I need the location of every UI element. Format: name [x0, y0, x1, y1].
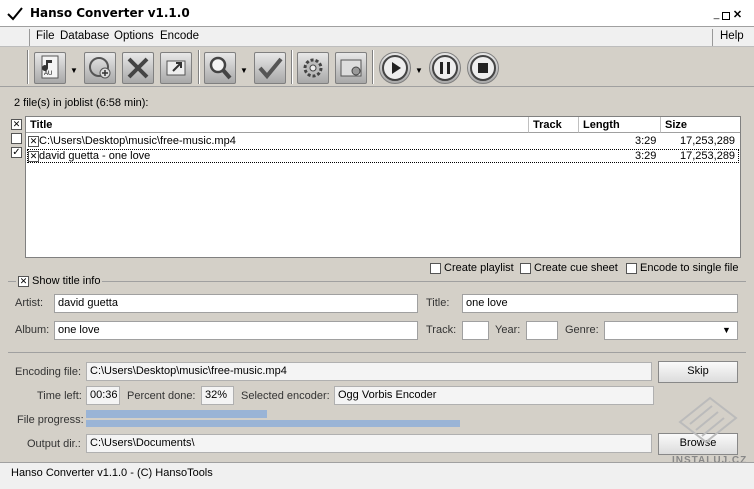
title-label: Title:	[426, 297, 450, 309]
search-icon	[209, 56, 232, 80]
select-all-checkbox[interactable]: ✕	[11, 119, 22, 130]
close-icon[interactable]: ✕	[732, 10, 743, 21]
output-dir-label: Output dir.:	[27, 438, 81, 450]
add-audio-file-icon: AU	[41, 55, 59, 79]
encode-single-label: Encode to single file	[640, 262, 739, 274]
add-url-button[interactable]	[84, 52, 116, 84]
export-button[interactable]	[160, 52, 192, 84]
column-header-length[interactable]: Length	[579, 117, 661, 133]
encoder-settings-button[interactable]	[335, 52, 367, 84]
column-header-size[interactable]: Size	[661, 117, 740, 133]
svg-text:AU: AU	[44, 71, 52, 77]
track-input[interactable]	[462, 321, 489, 340]
chevron-down-icon[interactable]: ▼	[240, 66, 248, 75]
show-title-info-label: Show title info	[32, 275, 101, 287]
export-icon	[166, 60, 186, 76]
menu-help[interactable]: Help	[720, 30, 744, 42]
remove-icon	[127, 57, 149, 79]
percent-done-value: 32%	[201, 386, 234, 405]
genre-select[interactable]	[604, 321, 738, 340]
app-icon	[7, 7, 23, 21]
artist-label: Artist:	[15, 297, 44, 309]
output-dir-value: C:\Users\Documents\	[86, 434, 652, 453]
toolbar-separator	[198, 50, 200, 84]
toolbar-separator	[27, 50, 29, 84]
year-input[interactable]	[526, 321, 558, 340]
menu-encode[interactable]: Encode	[160, 30, 199, 42]
album-input[interactable]: one love	[54, 321, 418, 340]
row-length: 3:29	[635, 135, 657, 147]
play-button[interactable]	[379, 52, 411, 84]
menu-divider	[29, 29, 30, 46]
menu-file[interactable]: File	[36, 30, 55, 42]
track-label: Track:	[426, 324, 457, 336]
encode-single-checkbox[interactable]	[626, 263, 637, 274]
row-title: david guetta - one love	[39, 150, 151, 162]
show-title-info-checkbox[interactable]: ✕	[18, 276, 29, 287]
minimize-icon[interactable]: _	[711, 10, 722, 21]
row-length: 3:29	[635, 150, 657, 162]
encoder-settings-icon	[340, 59, 362, 77]
pause-button[interactable]	[429, 52, 461, 84]
search-button[interactable]	[204, 52, 236, 84]
check-icon	[258, 57, 283, 80]
settings-button[interactable]	[297, 52, 329, 84]
chevron-down-icon[interactable]: ▼	[70, 66, 78, 75]
check-button[interactable]	[254, 52, 286, 84]
menu-divider	[712, 29, 713, 46]
settings-icon	[303, 58, 323, 78]
selected-encoder-value: Ogg Vorbis Encoder	[334, 386, 654, 405]
watermark-logo	[678, 396, 738, 444]
table-row[interactable]: ✕ C:\Users\Desktop\music\free-music.mp4 …	[27, 135, 739, 149]
encoding-file-label: Encoding file:	[15, 366, 82, 378]
table-row[interactable]: ✕ david guetta - one love 3:29 17,253,28…	[27, 149, 739, 163]
row-checkbox[interactable]: ✕	[28, 136, 39, 147]
total-progress-bar	[86, 420, 460, 427]
add-audio-file-button[interactable]: AU	[34, 52, 66, 84]
stop-button[interactable]	[467, 52, 499, 84]
play-icon	[382, 55, 408, 81]
row-size: 17,253,289	[680, 135, 736, 147]
create-playlist-label: Create playlist	[444, 262, 514, 274]
menu-database[interactable]: Database	[60, 30, 109, 42]
percent-done-label: Percent done:	[127, 390, 196, 402]
chevron-down-icon[interactable]: ▼	[722, 325, 731, 335]
remove-button[interactable]	[122, 52, 154, 84]
row-checkbox[interactable]: ✕	[28, 151, 39, 162]
column-header-title[interactable]: Title	[26, 117, 529, 133]
create-playlist-checkbox[interactable]	[430, 263, 441, 274]
toolbar-separator	[372, 50, 374, 84]
row-size: 17,253,289	[680, 150, 736, 162]
pause-icon	[432, 55, 458, 81]
encoding-file-value: C:\Users\Desktop\music\free-music.mp4	[86, 362, 652, 381]
file-progress-label: File progress:	[17, 414, 84, 426]
row-title: C:\Users\Desktop\music\free-music.mp4	[39, 135, 236, 147]
stop-icon	[470, 55, 496, 81]
status-text: Hanso Converter v1.1.0 - (C) HansoTools	[11, 467, 213, 479]
joblist-info: 2 file(s) in joblist (6:58 min):	[14, 97, 149, 109]
album-label: Album:	[15, 324, 50, 336]
year-label: Year:	[495, 324, 521, 336]
file-progress-bar	[86, 410, 268, 418]
divider	[8, 352, 746, 353]
create-cue-label: Create cue sheet	[534, 262, 618, 274]
add-url-icon	[89, 57, 111, 79]
row-select-checkbox[interactable]: ✓	[11, 147, 22, 158]
window-title: Hanso Converter v1.1.0	[30, 6, 190, 20]
menu-options[interactable]: Options	[114, 30, 154, 42]
row-select-checkbox[interactable]	[11, 133, 22, 144]
artist-input[interactable]: david guetta	[54, 294, 418, 313]
maximize-icon[interactable]	[722, 12, 730, 20]
selected-encoder-label: Selected encoder:	[241, 390, 330, 402]
title-input[interactable]: one love	[462, 294, 738, 313]
toolbar-separator	[291, 50, 293, 84]
genre-label: Genre:	[565, 324, 599, 336]
column-header-track[interactable]: Track	[529, 117, 579, 133]
create-cue-checkbox[interactable]	[520, 263, 531, 274]
skip-button[interactable]: Skip	[658, 361, 738, 383]
time-left-label: Time left:	[37, 390, 82, 402]
progress-area	[86, 410, 652, 428]
chevron-down-icon[interactable]: ▼	[415, 66, 423, 75]
time-left-value: 00:36	[86, 386, 120, 405]
